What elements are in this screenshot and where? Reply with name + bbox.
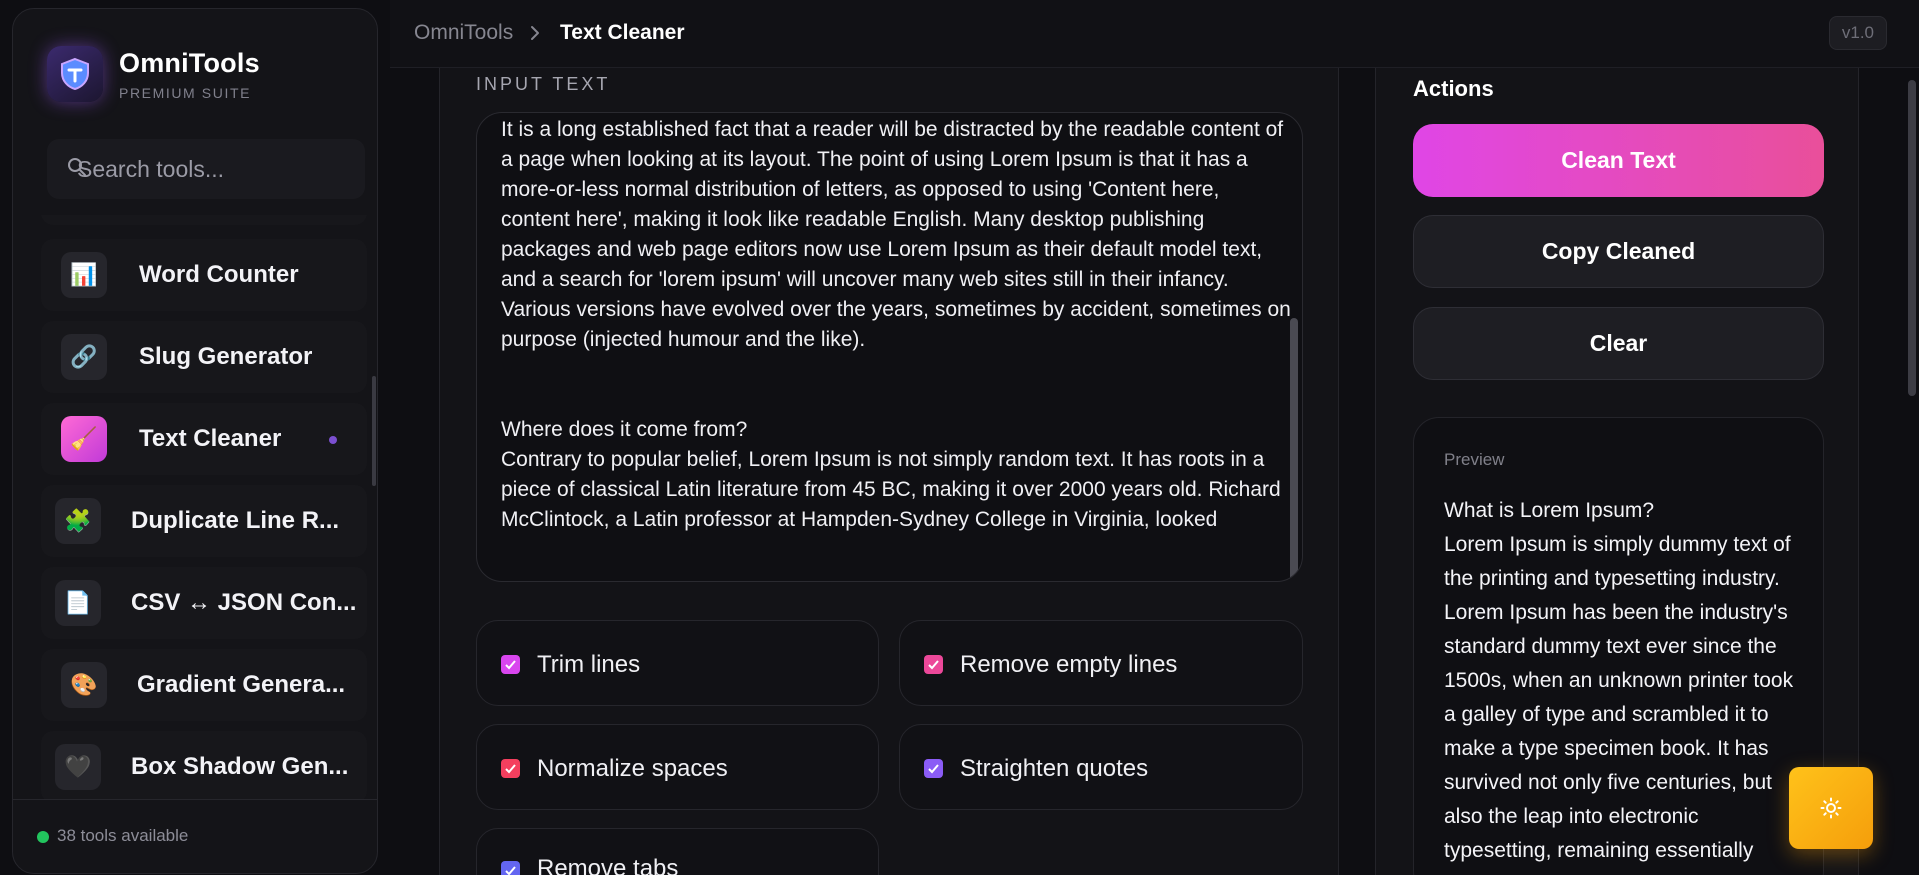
breadcrumb-current: Text Cleaner (560, 21, 685, 44)
broom-icon: 🧹 (61, 416, 107, 462)
checkbox-checked-icon[interactable] (501, 759, 520, 778)
sidebar-item-box-shadow-generator[interactable]: 🖤 Box Shadow Gen... (41, 731, 367, 800)
active-indicator (329, 436, 337, 444)
sidebar-item-label: CSV ↔ JSON Con... (131, 589, 357, 616)
sidebar-item-label: Box Shadow Gen... (131, 753, 349, 780)
option-straighten-quotes[interactable]: Straighten quotes (899, 724, 1303, 810)
sidebar-item-slug-generator[interactable]: 🔗 Slug Generator (41, 321, 367, 393)
search-input[interactable] (77, 139, 357, 199)
sidebar-item-duplicate-line-remover[interactable]: 🧩 Duplicate Line R... (41, 485, 367, 557)
option-label: Straighten quotes (960, 755, 1149, 782)
option-label: Normalize spaces (537, 755, 728, 782)
sidebar-item-label: Duplicate Line R... (131, 507, 340, 534)
sidebar-item-gradient-generator[interactable]: 🎨 Gradient Genera... (41, 649, 367, 721)
clear-button[interactable]: Clear (1413, 307, 1824, 380)
theme-toggle-button[interactable] (1789, 767, 1873, 849)
sidebar-item-partial[interactable] (41, 215, 367, 225)
sidebar-scrollbar[interactable] (372, 376, 376, 486)
copy-cleaned-button[interactable]: Copy Cleaned (1413, 215, 1824, 288)
sidebar-footer: 38 tools available (13, 799, 377, 873)
option-trim-lines[interactable]: Trim lines (476, 620, 879, 706)
input-label: INPUT TEXT (476, 74, 611, 94)
heart-icon: 🖤 (55, 744, 101, 790)
sidebar-item-word-counter[interactable]: 📊 Word Counter (41, 239, 367, 311)
topbar: OmniTools Text Cleaner v1.0 (390, 0, 1919, 68)
status-dot (37, 831, 49, 843)
clean-text-button[interactable]: Clean Text (1413, 124, 1824, 197)
preview-card: Preview What is Lorem Ipsum? Lorem Ipsum… (1413, 417, 1824, 875)
preview-label: Preview (1444, 450, 1505, 469)
palette-icon: 🎨 (61, 662, 107, 708)
option-label: Trim lines (537, 651, 641, 678)
version-badge: v1.0 (1828, 16, 1887, 50)
page-scrollbar[interactable] (1908, 80, 1916, 396)
checkbox-checked-icon[interactable] (924, 759, 943, 778)
sidebar: OmniTools PREMIUM SUITE 📊 Word Counter 🔗… (12, 8, 378, 874)
bar-chart-icon: 📊 (61, 252, 107, 298)
breadcrumb-root[interactable]: OmniTools (414, 21, 513, 45)
brand-text: OmniTools PREMIUM SUITE (119, 48, 260, 101)
main-panel: INPUT TEXT It is a long established fact… (439, 68, 1339, 875)
brand-name: OmniTools (119, 47, 260, 78)
sidebar-item-label: Gradient Genera... (137, 671, 346, 698)
checkbox-checked-icon[interactable] (924, 655, 943, 674)
actions-panel: Actions Clean Text Copy Cleaned Clear Pr… (1375, 68, 1859, 875)
brand-subtitle: PREMIUM SUITE (119, 84, 252, 101)
tool-nav: 📊 Word Counter 🔗 Slug Generator 🧹 Text C… (13, 215, 377, 800)
input-textarea[interactable]: It is a long established fact that a rea… (476, 112, 1303, 582)
textarea-scrollbar[interactable] (1290, 318, 1298, 581)
checkbox-checked-icon[interactable] (501, 655, 520, 674)
checkbox-checked-icon[interactable] (501, 861, 520, 875)
puzzle-icon: 🧩 (55, 498, 101, 544)
sidebar-item-label: Slug Generator (139, 343, 313, 370)
sun-icon (1820, 797, 1842, 819)
option-label: Remove empty lines (960, 651, 1178, 678)
chevron-right-icon (531, 26, 539, 40)
document-icon: 📄 (55, 580, 101, 626)
sidebar-item-text-cleaner[interactable]: 🧹 Text Cleaner (41, 403, 367, 475)
option-normalize-spaces[interactable]: Normalize spaces (476, 724, 879, 810)
sidebar-item-label: Word Counter (139, 261, 299, 288)
shield-logo-icon (47, 46, 103, 102)
link-icon: 🔗 (61, 334, 107, 380)
actions-title: Actions (1413, 76, 1494, 101)
option-remove-tabs[interactable]: Remove tabs (476, 828, 879, 875)
preview-text: What is Lorem Ipsum? Lorem Ipsum is simp… (1444, 499, 1794, 862)
sidebar-item-label: Text Cleaner (139, 425, 282, 452)
search-box (47, 139, 365, 199)
option-remove-empty-lines[interactable]: Remove empty lines (899, 620, 1303, 706)
option-label: Remove tabs (537, 855, 679, 875)
sidebar-item-csv-json-converter[interactable]: 📄 CSV ↔ JSON Con... (41, 567, 367, 639)
input-text: It is a long established fact that a rea… (501, 118, 1291, 531)
tools-count: 38 tools available (57, 826, 189, 845)
brand[interactable]: OmniTools PREMIUM SUITE (47, 46, 260, 102)
